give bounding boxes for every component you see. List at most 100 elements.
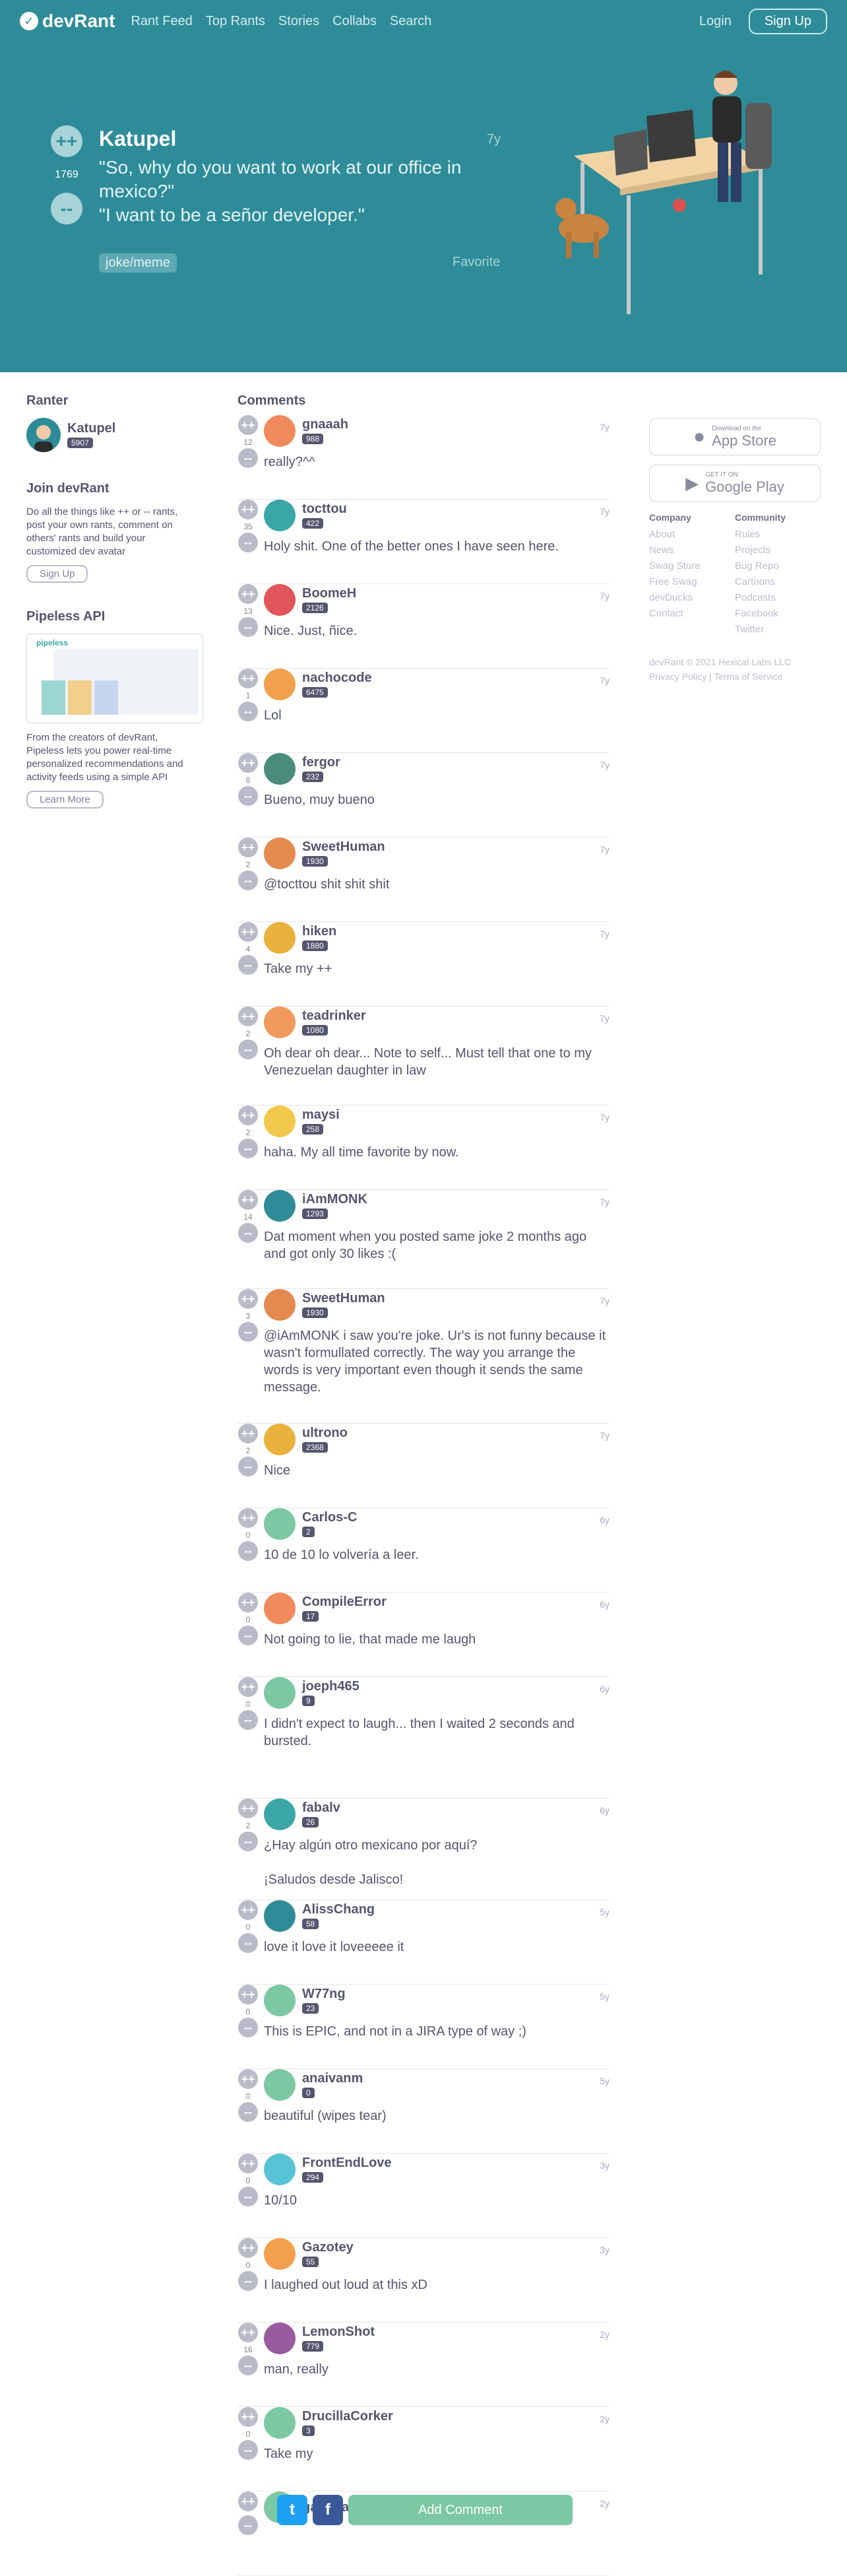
comment-downvote-button[interactable]: -- [238, 1322, 258, 1342]
comment-downvote-button[interactable]: -- [238, 2515, 258, 2535]
comment-upvote-button[interactable]: ++ [238, 1799, 258, 1818]
upvote-button[interactable]: ++ [51, 125, 82, 157]
nav-rant-feed[interactable]: Rant Feed [131, 14, 192, 29]
footer-link-podcasts[interactable]: Podcasts [735, 590, 821, 606]
comment-downvote-button[interactable]: -- [238, 2356, 258, 2375]
comment-upvote-button[interactable]: ++ [238, 1593, 258, 1612]
comment-upvote-button[interactable]: ++ [238, 2323, 258, 2342]
comment-upvote-button[interactable]: ++ [238, 1985, 258, 2004]
footer-link-about[interactable]: About [649, 527, 735, 543]
footer-link-facebook[interactable]: Facebook [735, 606, 821, 622]
comment-upvote-button[interactable]: ++ [238, 669, 258, 688]
comment-author[interactable]: SweetHuman 1930 [264, 838, 385, 869]
rant-author[interactable]: Katupel [99, 127, 176, 151]
ranter-card[interactable]: Katupel 5907 [26, 418, 198, 452]
footer-link-devducks[interactable]: devDucks [649, 590, 735, 606]
comment-upvote-button[interactable]: ++ [238, 2407, 258, 2427]
comment-downvote-button[interactable]: -- [238, 955, 258, 975]
footer-link-twitter[interactable]: Twitter [735, 622, 821, 638]
comment-author[interactable]: joeph465 9 [264, 1677, 360, 1709]
learn-more-button[interactable]: Learn More [26, 791, 104, 809]
comment-downvote-button[interactable]: -- [238, 2271, 258, 2291]
footer-link-projects[interactable]: Projects [735, 543, 821, 558]
comment-author[interactable]: SweetHuman 1930 [264, 1289, 385, 1321]
comment-downvote-button[interactable]: -- [238, 2440, 258, 2460]
comment-downvote-button[interactable]: -- [238, 1139, 258, 1158]
comment-upvote-button[interactable]: ++ [238, 2154, 258, 2173]
comment-downvote-button[interactable]: -- [238, 2018, 258, 2037]
add-comment-button[interactable]: Add Comment [348, 2495, 573, 2525]
comment-upvote-button[interactable]: ++ [238, 500, 258, 519]
comment-downvote-button[interactable]: -- [238, 617, 258, 637]
comment-upvote-button[interactable]: ++ [238, 415, 258, 435]
comment-upvote-button[interactable]: ++ [238, 1007, 258, 1026]
nav-top-rants[interactable]: Top Rants [206, 14, 265, 29]
comment-upvote-button[interactable]: ++ [238, 1106, 258, 1125]
comment-upvote-button[interactable]: ++ [238, 1190, 258, 1210]
login-link[interactable]: Login [699, 14, 732, 29]
comment-downvote-button[interactable]: -- [238, 1832, 258, 1851]
comment-downvote-button[interactable]: -- [238, 1626, 258, 1645]
comment-author[interactable]: AlissChang 58 [264, 1900, 375, 1932]
comment-author[interactable]: gnaaah 988 [264, 415, 348, 447]
footer-link-bug-repo[interactable]: Bug Repo [735, 558, 821, 574]
comment-author[interactable]: LemonShot 779 [264, 2323, 375, 2354]
nav-search[interactable]: Search [390, 14, 431, 29]
comment-downvote-button[interactable]: -- [238, 1223, 258, 1243]
comment-downvote-button[interactable]: -- [238, 533, 258, 552]
comment-author[interactable]: CompileError 17 [264, 1593, 387, 1624]
downvote-button[interactable]: -- [51, 193, 82, 224]
footer-link-cartoons[interactable]: Cartoons [735, 574, 821, 590]
comment-upvote-button[interactable]: ++ [238, 584, 258, 604]
comment-upvote-button[interactable]: ++ [238, 2492, 258, 2511]
comment-downvote-button[interactable]: -- [238, 2102, 258, 2122]
comment-downvote-button[interactable]: -- [238, 702, 258, 721]
comment-author[interactable]: FrontEndLove 294 [264, 2154, 392, 2185]
comment-upvote-button[interactable]: ++ [238, 1677, 258, 1697]
comment-downvote-button[interactable]: -- [238, 786, 258, 806]
comment-downvote-button[interactable]: -- [238, 1710, 258, 1730]
comment-upvote-button[interactable]: ++ [238, 753, 258, 773]
comment-upvote-button[interactable]: ++ [238, 2069, 258, 2089]
comment-author[interactable]: fergor 232 [264, 753, 340, 785]
comment-upvote-button[interactable]: ++ [238, 922, 258, 942]
comment-author[interactable]: nachocode 6475 [264, 669, 372, 700]
comment-upvote-button[interactable]: ++ [238, 1508, 258, 1528]
comment-author[interactable]: fabalv 26 [264, 1799, 340, 1830]
pipeless-promo-image[interactable]: pipeless [26, 634, 203, 723]
nav-collabs[interactable]: Collabs [332, 14, 377, 29]
comment-upvote-button[interactable]: ++ [238, 1424, 258, 1443]
join-signup-button[interactable]: Sign Up [26, 565, 88, 583]
comment-downvote-button[interactable]: -- [238, 1040, 258, 1059]
devrant-logo[interactable]: ✓ devRant [20, 11, 115, 32]
comment-author[interactable]: DrucillaCorker 3 [264, 2407, 393, 2439]
comment-author[interactable]: ultrono 2368 [264, 1424, 348, 1455]
comment-author[interactable]: teadrinker 1080 [264, 1007, 366, 1038]
comment-downvote-button[interactable]: -- [238, 2187, 258, 2206]
comment-downvote-button[interactable]: -- [238, 871, 258, 890]
comment-author[interactable]: BoomeH 2126 [264, 584, 356, 616]
footer-link-swag-store[interactable]: Swag Store [649, 558, 735, 574]
footer-link-free-swag[interactable]: Free Swag [649, 574, 735, 590]
comment-downvote-button[interactable]: -- [238, 1933, 258, 1953]
comment-upvote-button[interactable]: ++ [238, 1289, 258, 1309]
comment-downvote-button[interactable]: -- [238, 448, 258, 468]
google-play-button[interactable]: ▶ GET IT ON Google Play [649, 465, 821, 502]
rant-tag[interactable]: joke/meme [99, 253, 177, 273]
comment-author[interactable]: hiken 1880 [264, 922, 336, 954]
footer-link-rules[interactable]: Rules [735, 527, 821, 543]
facebook-share-button[interactable]: f [313, 2495, 343, 2525]
comment-author[interactable]: Gazotey 55 [264, 2238, 354, 2270]
favorite-button[interactable]: Favorite [453, 255, 500, 270]
terms-link[interactable]: Terms of Service [714, 671, 782, 682]
comment-author[interactable]: W77ng 23 [264, 1985, 346, 2016]
comment-downvote-button[interactable]: -- [238, 1457, 258, 1476]
comment-author[interactable]: maysi 258 [264, 1106, 340, 1137]
comment-author[interactable]: tocttou 422 [264, 500, 347, 531]
comment-author[interactable]: anaivanm 0 [264, 2069, 363, 2101]
signup-button[interactable]: Sign Up [748, 8, 827, 34]
comment-upvote-button[interactable]: ++ [238, 1900, 258, 1920]
comment-downvote-button[interactable]: -- [238, 1541, 258, 1561]
nav-stories[interactable]: Stories [278, 14, 319, 29]
comment-author[interactable]: iAmMONK 1293 [264, 1190, 367, 1222]
